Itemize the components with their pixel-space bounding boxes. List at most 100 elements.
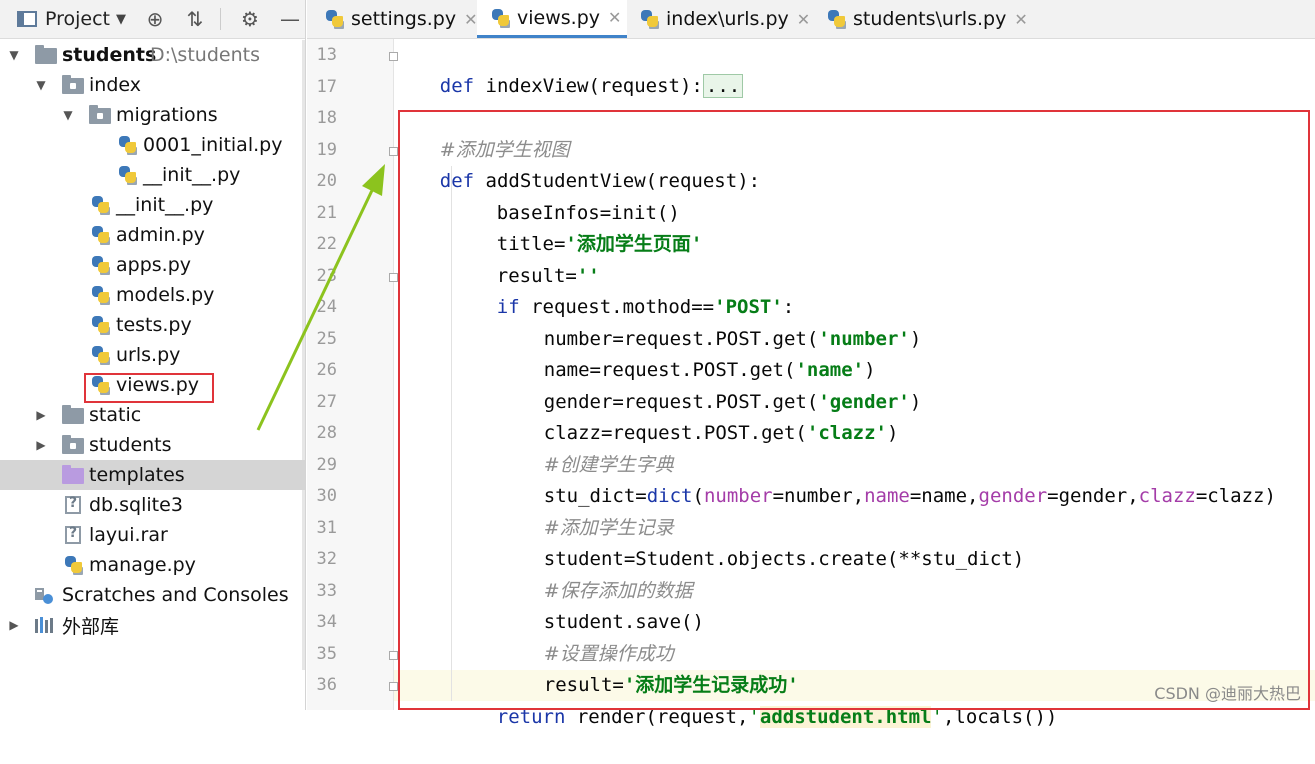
line-number: 31 [316, 518, 337, 538]
python-file-icon [640, 9, 660, 29]
code-line-13: def indexView(request):... [394, 40, 744, 98]
python-file-icon [91, 225, 111, 245]
tab-views-py[interactable]: views.py ✕ [477, 0, 627, 38]
highlight-box [84, 373, 214, 403]
tree-item-label: models.py [116, 284, 215, 306]
library-icon [34, 616, 56, 634]
tree-item-label: index [89, 74, 141, 96]
tree-item-manage[interactable]: manage.py [0, 550, 305, 580]
tree-item-label: students [89, 434, 172, 456]
python-file-icon [118, 165, 138, 185]
tree-item-label: migrations [116, 104, 218, 126]
tab-label: views.py [517, 6, 600, 29]
tab-students-urls-py[interactable]: students\urls.py ✕ [827, 0, 1028, 38]
line-number: 36 [316, 675, 337, 695]
tree-item-label: tests.py [116, 314, 192, 336]
keyword: def [439, 75, 475, 97]
tab-label: students\urls.py [853, 8, 1007, 30]
tree-item-label: __init__.py [116, 194, 214, 216]
line-number: 34 [316, 612, 337, 632]
tree-item-label: layui.rar [89, 524, 168, 546]
tree-item-label: db.sqlite3 [89, 494, 183, 516]
tree-item-label: 外部库 [62, 615, 120, 638]
locate-icon[interactable]: ⊕ [144, 7, 166, 31]
annotation-arrow [256, 164, 385, 431]
tab-label: settings.py [351, 8, 457, 30]
close-icon[interactable]: ✕ [464, 10, 477, 29]
tree-item-label: static [89, 404, 142, 426]
highlight-box [398, 110, 1310, 710]
chevron-right-icon[interactable]: ▶ [34, 438, 48, 452]
tree-item-label: Scratches and Consoles [62, 584, 289, 606]
python-file-icon [325, 9, 345, 29]
tab-index-urls-py[interactable]: index\urls.py ✕ [640, 0, 810, 38]
python-file-icon [91, 195, 111, 215]
tree-item-students-root[interactable]: ▼ students D:\students [0, 40, 305, 70]
minimize-icon[interactable]: — [279, 7, 301, 31]
templates-folder-icon [62, 465, 84, 484]
line-number: 32 [316, 549, 337, 569]
line-number: 18 [316, 108, 337, 128]
editor-tabs: settings.py ✕ views.py ✕ index\urls.py ✕… [307, 0, 1315, 39]
project-view-icon [17, 11, 37, 27]
python-file-icon [64, 555, 84, 575]
collapse-all-icon[interactable]: ⇅ [184, 7, 206, 31]
line-number: 19 [316, 140, 337, 160]
chevron-down-icon[interactable]: ▼ [34, 78, 48, 92]
unknown-file-icon: ? [64, 525, 82, 545]
tree-item-external-libraries[interactable]: ▶ 外部库 [0, 610, 305, 640]
package-folder-icon [62, 75, 84, 94]
tree-item-label: apps.py [116, 254, 192, 276]
chevron-right-icon[interactable]: ▶ [7, 618, 21, 632]
toolbar-divider [220, 8, 222, 30]
close-icon[interactable]: ✕ [797, 10, 810, 29]
watermark: CSDN @迪丽大热巴 [1154, 684, 1301, 703]
tree-item-migrations[interactable]: ▼ migrations [0, 100, 305, 130]
tree-item-0001-initial[interactable]: 0001_initial.py [0, 130, 305, 160]
tree-item-scratches[interactable]: Scratches and Consoles [0, 580, 305, 610]
tree-item-templates[interactable]: templates [0, 460, 305, 490]
tree-item-label: admin.py [116, 224, 205, 246]
project-path: D:\students [150, 44, 260, 66]
line-number: 33 [316, 581, 337, 601]
close-icon[interactable]: ✕ [608, 8, 621, 27]
scratches-icon [34, 585, 54, 605]
line-number: 35 [316, 644, 337, 664]
tree-item-index[interactable]: ▼ index [0, 70, 305, 100]
python-file-icon [91, 285, 111, 305]
line-number: 13 [316, 45, 337, 65]
python-file-icon [827, 9, 847, 29]
folder-icon [62, 405, 84, 424]
gear-icon[interactable]: ⚙ [239, 7, 261, 31]
package-folder-icon [89, 105, 111, 124]
chevron-down-icon[interactable]: ▼ [7, 48, 21, 62]
python-file-icon [91, 255, 111, 275]
folder-icon [35, 45, 57, 64]
tree-item-label: manage.py [89, 554, 196, 576]
python-file-icon [91, 315, 111, 335]
folded-code-ellipsis[interactable]: ... [702, 74, 744, 98]
package-folder-icon [62, 435, 84, 454]
line-number: 30 [316, 486, 337, 506]
python-file-icon [91, 345, 111, 365]
chevron-right-icon[interactable]: ▶ [34, 408, 48, 422]
tab-label: index\urls.py [666, 8, 789, 30]
python-file-icon [491, 8, 511, 28]
tab-settings-py[interactable]: settings.py ✕ [325, 0, 478, 38]
line-number: 17 [316, 77, 337, 97]
project-panel-title[interactable]: Project [45, 8, 110, 30]
tree-item-label: students [62, 44, 157, 66]
tree-item-label: templates [89, 464, 185, 486]
chevron-down-icon[interactable]: ▼ [116, 12, 126, 27]
close-icon[interactable]: ✕ [1014, 10, 1027, 29]
tree-item-label: urls.py [116, 344, 181, 366]
line-number: 29 [316, 455, 337, 475]
tree-item-label: 0001_initial.py [143, 134, 283, 156]
code-text: indexView(request): [474, 75, 703, 97]
project-panel-header: Project ▼ ⊕ ⇅ ⚙ — [0, 0, 305, 39]
tree-item-layui-rar[interactable]: ? layui.rar [0, 520, 305, 550]
tree-item-label: __init__.py [143, 164, 241, 186]
tree-item-db-sqlite3[interactable]: ? db.sqlite3 [0, 490, 305, 520]
chevron-down-icon[interactable]: ▼ [61, 108, 75, 122]
unknown-file-icon: ? [64, 495, 82, 515]
